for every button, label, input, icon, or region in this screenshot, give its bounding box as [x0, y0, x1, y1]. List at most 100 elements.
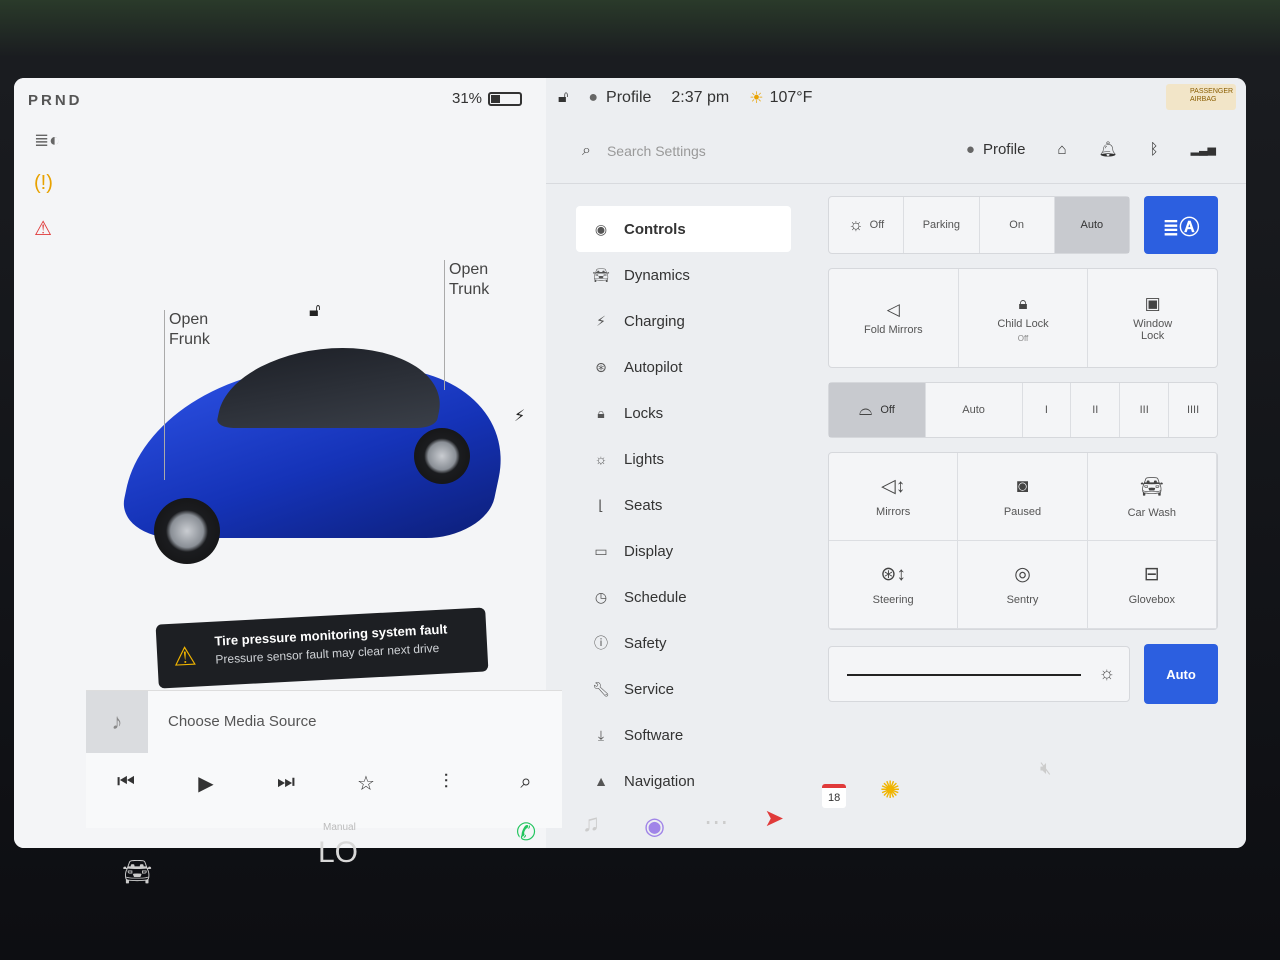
open-frunk-button[interactable]: Open Frunk — [169, 310, 210, 350]
light-icon: ☼ — [594, 451, 608, 467]
child-lock-icon: 🔒︎ — [1018, 293, 1028, 313]
next-track-icon[interactable]: ⏭ — [266, 771, 306, 796]
nav-item-locks[interactable]: 🔒︎ Locks — [576, 390, 791, 436]
car-wash-icon: 🚘︎ — [1139, 476, 1164, 498]
wiper-off-button[interactable]: ⌓ Off — [829, 383, 926, 437]
window-lock-button[interactable]: ▣ Window Lock — [1088, 269, 1217, 367]
lock-icon: 🔒︎ — [597, 404, 605, 421]
brightness-auto-button[interactable]: Auto — [1144, 644, 1218, 704]
nav-item-safety[interactable]: ⓘ Safety — [576, 620, 791, 666]
nav-item-service[interactable]: 🔧︎ Service — [576, 666, 791, 712]
trunk-callout-line — [444, 260, 445, 390]
lights-auto-button[interactable]: Auto — [1054, 197, 1129, 253]
steering-adjust-button[interactable]: ⊛↕ Steering — [829, 541, 959, 629]
person-icon: ● — [588, 89, 599, 106]
settings-pane: 🔓︎ ● Profile 2:37 pm ☀ 107°F PASSENGER A… — [546, 78, 1246, 848]
nav-item-dynamics[interactable]: 🚘︎ Dynamics — [576, 252, 791, 298]
warning-triangle-icon: ⚠ — [172, 640, 198, 672]
profile-label: Profile — [982, 140, 1026, 158]
notification-bell-icon[interactable]: 🔔︎ — [1099, 140, 1118, 158]
toybox-icon[interactable]: ✺ — [880, 776, 900, 805]
glovebox-icon: ⊟ — [1143, 564, 1160, 585]
favorite-star-icon[interactable]: ☆ — [346, 771, 386, 796]
unlock-icon[interactable]: 🔓︎ — [309, 300, 321, 321]
lights-parking-button[interactable]: Parking — [904, 197, 980, 253]
bluetooth-icon[interactable]: ᛒ — [1150, 141, 1159, 158]
access-controls: ◁ Fold Mirrors 🔒︎ Child Lock Off ▣ Window Lo… — [828, 268, 1218, 368]
volume-mute-icon[interactable]: 🔇︎ — [1040, 758, 1051, 779]
navigation-app-icon[interactable]: ➤ — [764, 804, 784, 833]
nav-item-controls[interactable]: ◉ Controls — [576, 206, 791, 252]
mirrors-adjust-button[interactable]: ◁↕ Mirrors — [829, 453, 959, 541]
mirror-icon: ◁ — [886, 300, 900, 319]
brightness-slider[interactable]: ☼ — [828, 646, 1130, 702]
header-actions: ● Profile ⌂ 🔔︎ ᛒ ▂▃▅ — [966, 140, 1216, 159]
topbar-profile[interactable]: ● Profile — [588, 89, 651, 107]
more-apps-icon[interactable]: ⋯ — [704, 808, 728, 837]
nav-item-software[interactable]: ⤓ Software — [576, 712, 791, 758]
equalizer-icon[interactable]: ⫶ — [426, 771, 466, 796]
driver-temperature[interactable]: LO — [318, 836, 358, 870]
dashcam-icon: ◙ — [1016, 475, 1029, 497]
home-icon[interactable]: ⌂ — [1057, 141, 1066, 158]
auto-headlight-icon: ≣◐ — [34, 130, 60, 150]
wrench-icon: 🔧︎ — [592, 680, 610, 697]
search-input[interactable]: Search Settings — [607, 143, 706, 159]
car-icon[interactable]: 🚘︎ — [122, 858, 152, 887]
glovebox-button[interactable]: ⊟ Glovebox — [1087, 541, 1217, 629]
auto-high-beam-button[interactable]: ≣Ⓐ — [1144, 196, 1218, 254]
nav-item-schedule[interactable]: ◷ Schedule — [576, 574, 791, 620]
open-trunk-button[interactable]: Open Trunk — [449, 260, 489, 300]
media-source-button[interactable]: Choose Media Source — [168, 713, 316, 730]
lights-on-button[interactable]: On — [980, 197, 1055, 253]
nav-item-navigation[interactable]: ▲ Navigation — [576, 758, 791, 804]
nav-item-label: Charging — [624, 312, 685, 330]
car-visualization[interactable] — [114, 258, 534, 598]
sentry-button[interactable]: ◎ Sentry — [958, 541, 1088, 629]
download-icon: ⤓ — [597, 726, 605, 743]
clock-icon: ◷ — [594, 588, 608, 605]
person-icon: ● — [965, 140, 975, 158]
outside-temperature: 107°F — [769, 89, 813, 106]
wiper-speed-1-button[interactable]: I — [1023, 383, 1072, 437]
wiper-speed-4-button[interactable]: IIII — [1169, 383, 1217, 437]
play-icon[interactable]: ▶ — [186, 771, 226, 796]
fold-mirrors-button[interactable]: ◁ Fold Mirrors — [829, 269, 959, 367]
nav-item-charging[interactable]: ⚡︎ Charging — [576, 298, 791, 344]
touchscreen: PRND 31% ≣◐ (!) ⚠ Open Frunk Open Trunk … — [14, 78, 1246, 848]
media-search-icon[interactable]: ⌕ — [506, 771, 546, 796]
wiper-icon: ⌓ — [858, 400, 873, 419]
charge-port-bolt-icon[interactable]: ⚡︎ — [514, 406, 525, 426]
lock-status-icon[interactable]: 🔓︎ — [558, 89, 568, 107]
brightness-track — [847, 674, 1081, 676]
tpms-alert[interactable]: ⚠ Tire pressure monitoring system fault … — [155, 607, 489, 689]
wiper-speed-2-button[interactable]: II — [1071, 383, 1121, 437]
nav-item-autopilot[interactable]: ⊛ Autopilot — [576, 344, 791, 390]
lights-off-button[interactable]: ☼ Off — [829, 197, 905, 253]
nav-item-label: Dynamics — [624, 266, 690, 284]
headlight-icon: ☼ — [848, 215, 864, 234]
car-wash-button[interactable]: 🚘︎ Car Wash — [1087, 453, 1217, 541]
dashcam-button[interactable]: ◙ Paused — [958, 453, 1088, 541]
media-player: ♪ Choose Media Source ⏮ ▶ ⏭ ☆ ⫶ ⌕ — [86, 690, 562, 828]
settings-search-bar[interactable]: ⌕ Search Settings ● Profile ⌂ 🔔︎ ᛒ ▂▃▅ — [546, 118, 1246, 184]
music-icon[interactable]: ♫ — [582, 810, 600, 838]
battery-indicator: 31% — [452, 90, 523, 107]
nav-item-lights[interactable]: ☼ Lights — [576, 436, 791, 482]
nav-item-seats[interactable]: ⌊ Seats — [576, 482, 791, 528]
search-icon: ⌕ — [582, 141, 591, 159]
phone-icon[interactable]: ✆ — [516, 818, 536, 847]
calendar-icon[interactable]: 18 — [822, 784, 847, 808]
camera-icon[interactable]: ◉ — [644, 812, 665, 841]
wiper-auto-button[interactable]: Auto — [926, 383, 1023, 437]
nav-item-display[interactable]: ▭ Display — [576, 528, 791, 574]
music-note-icon[interactable]: ♪ — [86, 691, 148, 753]
nav-item-label: Navigation — [624, 772, 695, 790]
battery-fill — [491, 94, 501, 103]
toggle-icon: ◉ — [594, 220, 608, 237]
wiper-speed-3-button[interactable]: III — [1120, 383, 1170, 437]
nav-item-label: Software — [624, 726, 684, 744]
previous-track-icon[interactable]: ⏮ — [106, 771, 146, 796]
child-lock-button[interactable]: 🔒︎ Child Lock Off — [959, 269, 1089, 367]
profile-button[interactable]: ● Profile — [966, 141, 1026, 158]
